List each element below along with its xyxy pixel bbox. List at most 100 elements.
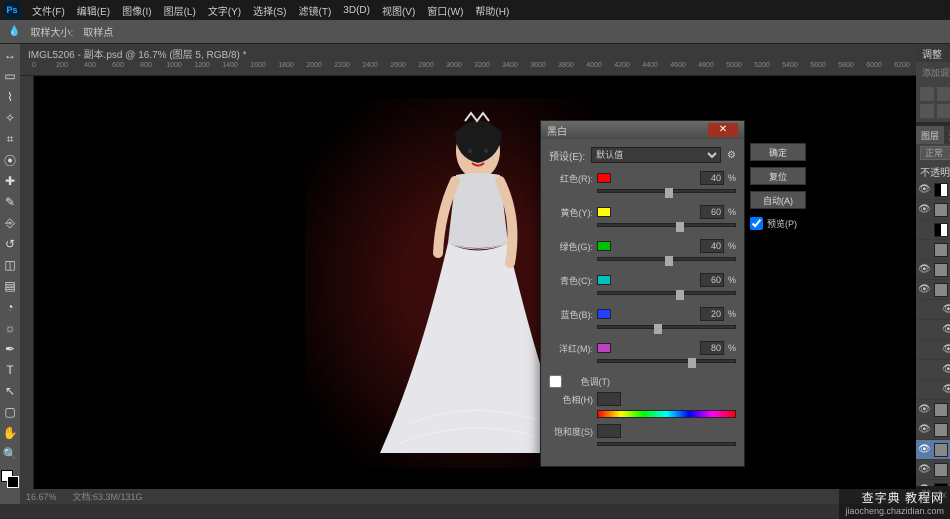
layer-thumbnail[interactable] [934, 243, 948, 257]
photo-filter-icon[interactable] [937, 104, 950, 118]
levels-icon[interactable] [937, 87, 950, 101]
visibility-icon[interactable]: 👁 [942, 304, 950, 315]
menu-layer[interactable]: 图层(L) [158, 3, 202, 18]
shape-tool-icon[interactable]: ▢ [0, 403, 20, 421]
close-button[interactable]: ✕ [708, 123, 738, 137]
eyedropper-tool-icon[interactable]: ⦿ [0, 151, 20, 169]
auto-button[interactable]: 自动(A) [750, 191, 806, 209]
blend-mode-select[interactable]: 正常 [920, 146, 950, 160]
menu-select[interactable]: 选择(S) [247, 3, 292, 18]
layer-row[interactable]: 👁图层 4 [916, 460, 950, 480]
color-slider[interactable] [597, 223, 736, 233]
menu-edit[interactable]: 编辑(E) [71, 3, 116, 18]
sat-slider[interactable] [597, 442, 736, 452]
layer-row[interactable]: 高度对比度 [916, 220, 950, 240]
visibility-icon[interactable]: 👁 [918, 204, 930, 215]
color-swatches[interactable] [1, 470, 19, 488]
color-value-input[interactable]: 40 [700, 239, 724, 253]
preset-menu-icon[interactable]: ⚙ [727, 150, 736, 161]
hand-tool-icon[interactable]: ✋ [0, 424, 20, 442]
brightness-icon[interactable] [920, 87, 934, 101]
layer-row[interactable]: 👁内发光 [916, 320, 950, 340]
crop-tool-icon[interactable]: ⌗ [0, 130, 20, 148]
color-value-input[interactable]: 20 [700, 307, 724, 321]
color-value-input[interactable]: 60 [700, 273, 724, 287]
tint-checkbox[interactable] [549, 375, 562, 388]
bw-icon[interactable] [920, 104, 934, 118]
dialog-titlebar[interactable]: 黑白 ✕ [541, 121, 744, 139]
history-brush-icon[interactable]: ↺ [0, 235, 20, 253]
visibility-icon[interactable]: 👁 [918, 424, 930, 435]
dodge-tool-icon[interactable]: ☼ [0, 319, 20, 337]
hue-value[interactable] [597, 392, 621, 406]
move-tool-icon[interactable]: ↔ [0, 46, 20, 64]
color-value-input[interactable]: 60 [700, 205, 724, 219]
background-color[interactable] [7, 476, 19, 488]
adjustments-tab[interactable]: 调整 [916, 44, 950, 62]
visibility-icon[interactable]: 👁 [918, 184, 930, 195]
layer-thumbnail[interactable] [934, 203, 948, 217]
preview-checkbox[interactable] [750, 217, 763, 230]
path-tool-icon[interactable]: ↖ [0, 382, 20, 400]
tab-layers[interactable]: 图层 [916, 126, 944, 144]
menu-filter[interactable]: 滤镜(T) [293, 3, 338, 18]
pen-tool-icon[interactable]: ✒ [0, 340, 20, 358]
menu-3d[interactable]: 3D(D) [337, 5, 376, 16]
lasso-tool-icon[interactable]: ⌇ [0, 88, 20, 106]
type-tool-icon[interactable]: T [0, 361, 20, 379]
layer-row[interactable]: 👁高度对比度 2 [916, 180, 950, 200]
layer-row[interactable]: 👁图层 5 [916, 400, 950, 420]
blur-tool-icon[interactable]: ◔ [0, 298, 20, 316]
visibility-icon[interactable]: 👁 [942, 324, 950, 335]
layer-thumbnail[interactable] [934, 463, 948, 477]
sat-value[interactable] [597, 424, 621, 438]
color-slider[interactable] [597, 359, 736, 369]
healing-tool-icon[interactable]: ✚ [0, 172, 20, 190]
layer-thumbnail[interactable] [934, 283, 948, 297]
visibility-icon[interactable]: 👁 [918, 444, 930, 455]
layer-row[interactable]: 图层 11 [916, 240, 950, 260]
zoom-tool-icon[interactable]: 🔍 [0, 445, 20, 463]
color-value-input[interactable]: 40 [700, 171, 724, 185]
menu-image[interactable]: 图像(I) [116, 3, 157, 18]
layer-row[interactable]: 👁图层 12 [916, 200, 950, 220]
color-slider[interactable] [597, 291, 736, 301]
visibility-icon[interactable]: 👁 [942, 364, 950, 375]
visibility-icon[interactable]: 👁 [918, 464, 930, 475]
menu-view[interactable]: 视图(V) [376, 3, 421, 18]
gradient-tool-icon[interactable]: ▤ [0, 277, 20, 295]
layer-thumbnail[interactable] [934, 403, 948, 417]
cancel-button[interactable]: 复位 [750, 167, 806, 185]
visibility-icon[interactable]: 👁 [918, 264, 930, 275]
layer-thumbnail[interactable] [934, 183, 948, 197]
zoom-level[interactable]: 16.67% [26, 492, 57, 502]
canvas[interactable] [34, 76, 916, 489]
layer-row[interactable]: 👁图层 5 拷贝 [916, 420, 950, 440]
visibility-icon[interactable]: 👁 [918, 284, 930, 295]
layer-row[interactable]: 👁图层 10 [916, 260, 950, 280]
black-white-dialog[interactable]: 黑白 ✕ 预设(E): 默认值 ⚙ 红色(R):40%黄色(Y):60%绿色(G… [540, 120, 745, 467]
layer-thumbnail[interactable] [934, 263, 948, 277]
menu-file[interactable]: 文件(F) [26, 3, 71, 18]
layer-thumbnail[interactable] [934, 443, 948, 457]
color-value-input[interactable]: 80 [700, 341, 724, 355]
layer-row[interactable]: 👁图层 5 [916, 440, 950, 460]
layer-row[interactable]: 👁颜色叠加 [916, 360, 950, 380]
document-tab[interactable]: IMGL5206 - 副本.psd @ 16.7% (图层 5, RGB/8) … [20, 44, 916, 62]
layer-row[interactable]: 👁效果 [916, 300, 950, 320]
color-slider[interactable] [597, 189, 736, 199]
layer-list[interactable]: 👁高度对比度 2👁图层 12高度对比度图层 11👁图层 10👁图层 9👁效果👁内… [916, 180, 950, 486]
preset-select[interactable]: 默认值 [591, 147, 721, 163]
sample-size-value[interactable]: 取样点 [83, 24, 113, 39]
menu-help[interactable]: 帮助(H) [469, 3, 515, 18]
stamp-tool-icon[interactable]: ⎆ [0, 214, 20, 232]
visibility-icon[interactable]: 👁 [942, 384, 950, 395]
ok-button[interactable]: 确定 [750, 143, 806, 161]
layer-thumbnail[interactable] [934, 223, 948, 237]
tab-channels[interactable]: 通道 [944, 126, 950, 144]
menu-window[interactable]: 窗口(W) [421, 3, 469, 18]
brush-tool-icon[interactable]: ✎ [0, 193, 20, 211]
layer-thumbnail[interactable] [934, 423, 948, 437]
eraser-tool-icon[interactable]: ◫ [0, 256, 20, 274]
visibility-icon[interactable]: 👁 [942, 344, 950, 355]
